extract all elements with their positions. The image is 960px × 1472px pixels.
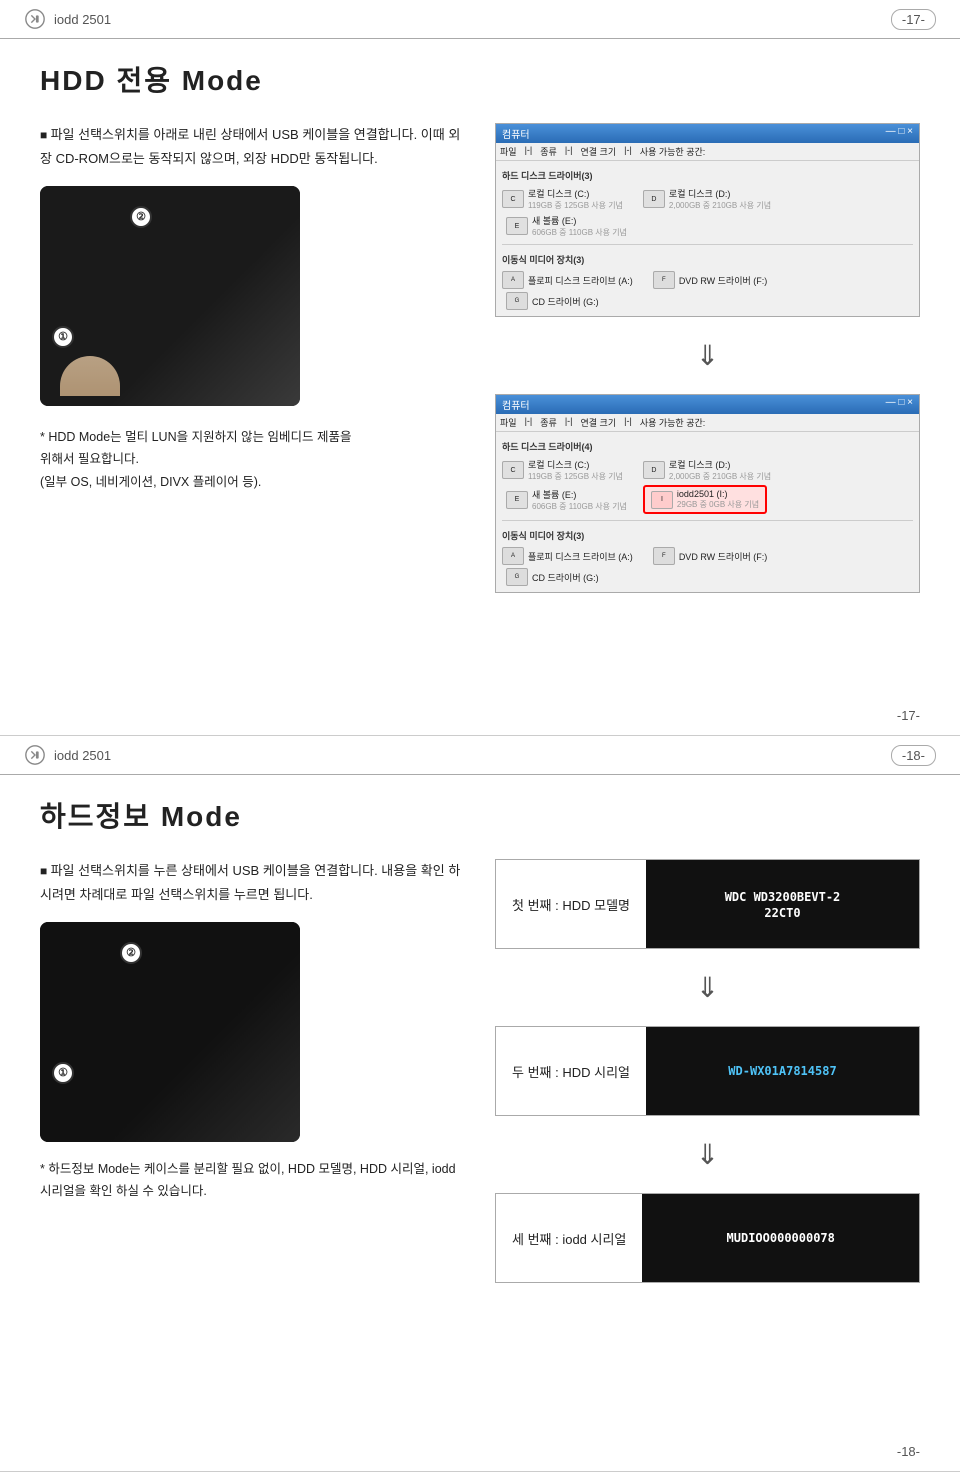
card-1-text2: 22CT0: [725, 906, 841, 920]
page-1-header: iodd 2501 -17-: [0, 0, 960, 39]
page-1: iodd 2501 -17- HDD 전용 Mode 파일 선택스위치를 아래로…: [0, 0, 960, 736]
explorer-1-media-row: A 플로피 디스크 드라이브 (A:) F DVD RW 드라이버 (F:): [502, 271, 913, 289]
divider-2: [502, 520, 913, 521]
drive-g: G CD 드라이버 (G:): [506, 292, 913, 310]
drive2-g-icon: G: [506, 568, 528, 586]
drive2-c: C 로컬 디스크 (C:) 119GB 중 125GB 사용 기념: [502, 458, 623, 482]
drive-c-icon: C: [502, 190, 524, 208]
right-col: 컴퓨터 — □ × 파일 |-| 종류 |-| 연결 크기 |-| 사용 가능한…: [495, 123, 920, 593]
drive-g-icon: G: [506, 292, 528, 310]
explorer-1-body: 하드 디스크 드라이버(3) C 로컬 디스크 (C:) 119GB 중 125…: [496, 161, 919, 316]
drive-a: A 플로피 디스크 드라이브 (A:): [502, 271, 633, 289]
page-2-left-col: 파일 선택스위치를 누른 상태에서 USB 케이블을 연결합니다. 내용을 확인…: [40, 859, 465, 1203]
page-1-two-col: 파일 선택스위치를 아래로 내린 상태에서 USB 케이블을 연결합니다. 이때…: [40, 123, 920, 593]
card-2-text: WD-WX01A7814587: [728, 1064, 836, 1078]
drive-d-icon: D: [643, 190, 665, 208]
drive2-d-icon: D: [643, 461, 665, 479]
info-card-1: 첫 번째 : HDD 모델명 WDC WD3200BEVT-2 22CT0: [495, 859, 920, 949]
explorer-2-titlebar: 컴퓨터 — □ ×: [496, 395, 919, 414]
drive2-e: E 새 볼륨 (E:) 606GB 중 110GB 사용 기념: [506, 485, 627, 514]
device-image: 🖥 HDD - MODE ① ②: [40, 186, 300, 406]
header-logo-text: iodd 2501: [54, 12, 111, 27]
card-3-img: MUDIOO000000078: [642, 1194, 919, 1282]
explorer-2-hdd-title: 하드 디스크 드라이버(4): [502, 440, 913, 453]
logo-icon: [24, 8, 46, 30]
page-2-footer-num: -18-: [897, 1444, 920, 1459]
divider-1: [502, 244, 913, 245]
explorer-1-media-title: 이동식 미디어 장치(3): [502, 253, 913, 266]
note-text: * HDD Mode는 멀티 LUN을 지원하지 않는 임베디드 제품을 위해서…: [40, 426, 465, 494]
page-2-note: 하드정보 Mode는 케이스를 분리할 필요 없이, HDD 모델명, HDD …: [40, 1158, 465, 1203]
drive2-a: A 플로피 디스크 드라이브 (A:): [502, 547, 633, 565]
left-col: 파일 선택스위치를 아래로 내린 상태에서 USB 케이블을 연결합니다. 이때…: [40, 123, 465, 493]
explorer-2-drives: C 로컬 디스크 (C:) 119GB 중 125GB 사용 기념 D 로컬 디…: [502, 458, 913, 482]
arrow-down-1: ⇓: [696, 339, 719, 372]
explorer-2-toolbar: 파일 |-| 종류 |-| 연결 크기 |-| 사용 가능한 공간:: [496, 414, 919, 432]
info-card-2: 두 번째 : HDD 시리얼 WD-WX01A7814587: [495, 1026, 920, 1116]
page-1-content: HDD 전용 Mode 파일 선택스위치를 아래로 내린 상태에서 USB 케이…: [0, 39, 960, 613]
page-2-num: -18-: [891, 745, 936, 766]
label-circle-2: ②: [130, 206, 152, 228]
page-1-title: HDD 전용 Mode: [40, 59, 920, 99]
drive-a-icon: A: [502, 271, 524, 289]
card-1-text: WDC WD3200BEVT-2 22CT0: [725, 888, 841, 920]
page-1-num: -17-: [891, 9, 936, 30]
drive-f-icon: F: [653, 271, 675, 289]
explorer-window-2: 컴퓨터 — □ × 파일 |-| 종류 |-| 연결 크기 |-| 사용 가능한…: [495, 394, 920, 593]
explorer-1-drives: C 로컬 디스크 (C:) 119GB 중 125GB 사용 기념 D 로컬 디…: [502, 187, 913, 211]
drive-e-icon: E: [506, 217, 528, 235]
drive2-c-icon: C: [502, 461, 524, 479]
drive-d: D 로컬 디스크 (D:) 2,000GB 중 210GB 사용 기념: [643, 187, 771, 211]
header-logo: iodd 2501: [24, 8, 111, 30]
info-card-3: 세 번째 : iodd 시리얼 MUDIOO000000078: [495, 1193, 920, 1283]
page-2-right-col: 첫 번째 : HDD 모델명 WDC WD3200BEVT-2 22CT0 ⇓ …: [495, 859, 920, 1283]
explorer-1-titlebar: 컴퓨터 — □ ×: [496, 124, 919, 143]
arrow-down-3: ⇓: [696, 1138, 719, 1171]
drive2-e-icon: E: [506, 491, 528, 509]
drive-c: C 로컬 디스크 (C:) 119GB 중 125GB 사용 기념: [502, 187, 623, 211]
page-2-logo-text: iodd 2501: [54, 748, 111, 763]
drive2-iodd: I iodd2501 (I:) 29GB 중 0GB 사용 기념: [643, 485, 767, 514]
page-1-footer-num: -17-: [897, 708, 920, 723]
label-circle-1: ①: [52, 326, 74, 348]
card-1-label: 첫 번째 : HDD 모델명: [496, 860, 646, 948]
drive2-d: D 로컬 디스크 (D:) 2,000GB 중 210GB 사용 기념: [643, 458, 771, 482]
device-image-2: WDC WD3200BEVT-2 22CT0 ② ①: [40, 922, 300, 1142]
page2-label-circle-1: ①: [52, 1062, 74, 1084]
page-2-title: 하드정보 Mode: [40, 795, 920, 835]
drive2-iodd-icon: I: [651, 491, 673, 509]
page-2-logo-icon: [24, 744, 46, 766]
page-2-header-logo: iodd 2501: [24, 744, 111, 766]
page-2-header: iodd 2501 -18-: [0, 736, 960, 775]
explorer-1-hdd-title: 하드 디스크 드라이버(3): [502, 169, 913, 182]
page2-label-circle-2: ②: [120, 942, 142, 964]
card-1-text1: WDC WD3200BEVT-2: [725, 888, 841, 906]
page-2-bullet: 파일 선택스위치를 누른 상태에서 USB 케이블을 연결합니다. 내용을 확인…: [40, 859, 465, 906]
card-1-img: WDC WD3200BEVT-2 22CT0: [646, 860, 919, 948]
explorer-window-1: 컴퓨터 — □ × 파일 |-| 종류 |-| 연결 크기 |-| 사용 가능한…: [495, 123, 920, 317]
drive2-f-icon: F: [653, 547, 675, 565]
page-2: iodd 2501 -18- 하드정보 Mode 파일 선택스위치를 누른 상태…: [0, 736, 960, 1472]
explorer-2-media-row: A 플로피 디스크 드라이브 (A:) F DVD RW 드라이버 (F:): [502, 547, 913, 565]
explorer-2-body: 하드 디스크 드라이버(4) C 로컬 디스크 (C:) 119GB 중 125…: [496, 432, 919, 592]
page-2-content: 하드정보 Mode 파일 선택스위치를 누른 상태에서 USB 케이블을 연결합…: [0, 775, 960, 1303]
bullet-text: 파일 선택스위치를 아래로 내린 상태에서 USB 케이블을 연결합니다. 이때…: [40, 123, 465, 170]
card-3-text: MUDIOO000000078: [727, 1231, 835, 1245]
page-2-two-col: 파일 선택스위치를 누른 상태에서 USB 케이블을 연결합니다. 내용을 확인…: [40, 859, 920, 1283]
explorer-2-media-title: 이동식 미디어 장치(3): [502, 529, 913, 542]
drive2-g: G CD 드라이버 (G:): [506, 568, 913, 586]
drive2-f: F DVD RW 드라이버 (F:): [653, 547, 767, 565]
drive2-a-icon: A: [502, 547, 524, 565]
arrow-down-2: ⇓: [696, 971, 719, 1004]
explorer-1-toolbar: 파일 |-| 종류 |-| 연결 크기 |-| 사용 가능한 공간:: [496, 143, 919, 161]
drive-f: F DVD RW 드라이버 (F:): [653, 271, 767, 289]
drive-e: E 새 볼륨 (E:) 606GB 중 110GB 사용 기념: [506, 214, 913, 238]
card-3-label: 세 번째 : iodd 시리얼: [496, 1194, 642, 1282]
card-2-label: 두 번째 : HDD 시리얼: [496, 1027, 646, 1115]
card-2-img: WD-WX01A7814587: [646, 1027, 919, 1115]
